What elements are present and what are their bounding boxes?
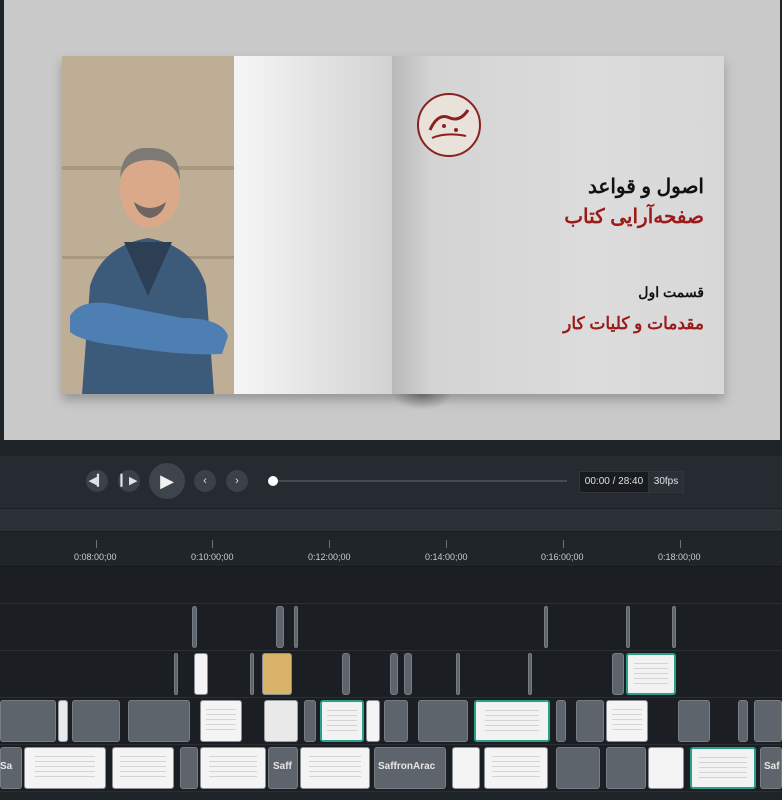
timeline-clip[interactable] <box>738 700 748 742</box>
timeline-clip[interactable] <box>452 747 480 789</box>
ruler-tick <box>212 540 213 548</box>
ruler-tick-label: 0:10:00;00 <box>191 552 234 562</box>
timeline-clip[interactable] <box>200 747 266 789</box>
author-photo <box>62 56 234 394</box>
timeline-clip[interactable] <box>456 653 460 695</box>
fps-readout: 30fps <box>648 471 684 493</box>
ruler-tick <box>329 540 330 548</box>
timeline-clip[interactable] <box>58 700 68 742</box>
ruler-tick <box>446 540 447 548</box>
clip-label: Sa <box>0 761 13 772</box>
book-right-page: اصول و قواعد صفحه‌آرایی کتاب قسمت اول مق… <box>392 56 724 394</box>
chevron-left-icon[interactable]: ‹ <box>194 470 216 492</box>
timeline-clip[interactable] <box>626 653 676 695</box>
timeline-clip[interactable] <box>294 606 298 648</box>
book-cover-preview: اصول و قواعد صفحه‌آرایی کتاب قسمت اول مق… <box>62 56 724 410</box>
timeline-clip[interactable] <box>754 700 782 742</box>
ruler-tick <box>563 540 564 548</box>
timeline-clip[interactable] <box>342 653 350 695</box>
calligraphy-seal-icon <box>417 93 481 157</box>
timeline-clip[interactable] <box>576 700 604 742</box>
author-figure-icon <box>62 56 234 394</box>
chevron-right-icon[interactable]: › <box>226 470 248 492</box>
timeline-clip[interactable] <box>320 700 364 742</box>
clip-label: Saff <box>273 761 292 772</box>
book-left-page <box>62 56 392 394</box>
timeline-clip[interactable] <box>384 700 408 742</box>
timeline-clip[interactable] <box>300 747 370 789</box>
timeline-clip[interactable] <box>112 747 174 789</box>
timeline-clip[interactable] <box>418 700 468 742</box>
timeline-clip[interactable] <box>672 606 676 648</box>
timeline-clip[interactable] <box>690 747 756 789</box>
timeline-clip[interactable] <box>612 653 624 695</box>
timeline-clip[interactable] <box>128 700 190 742</box>
timeline-track-4[interactable] <box>0 698 782 745</box>
timeline-toolbar <box>0 508 782 532</box>
timeline-clip[interactable] <box>0 700 56 742</box>
ruler-tick-label: 0:12:00;00 <box>308 552 351 562</box>
timeline-clip[interactable] <box>484 747 548 789</box>
timeline-clip[interactable] <box>24 747 106 789</box>
ruler-tick-label: 0:14:00;00 <box>425 552 468 562</box>
ruler-tick-label: 0:08:00;00 <box>74 552 117 562</box>
play-icon: ▶ <box>160 471 174 491</box>
timeline-clip[interactable] <box>264 700 298 742</box>
timeline-clip[interactable] <box>174 653 178 695</box>
ruler-tick-label: 0:18:00;00 <box>658 552 701 562</box>
timeline-clip[interactable] <box>648 747 684 789</box>
clip-label: SaffronArac <box>378 761 436 772</box>
timeline-clip[interactable] <box>556 700 566 742</box>
video-preview[interactable]: اصول و قواعد صفحه‌آرایی کتاب قسمت اول مق… <box>4 0 780 440</box>
timeline-clip[interactable] <box>192 606 197 648</box>
page-fold-shadow <box>392 394 452 410</box>
timeline-clip[interactable] <box>606 747 646 789</box>
timeline-track-5[interactable]: Sa Saff SaffronArac Saf <box>0 745 782 792</box>
timeline-clip[interactable] <box>390 653 398 695</box>
timeline-clip[interactable] <box>72 700 120 742</box>
step-forward-icon[interactable]: ▎▶ <box>118 470 140 492</box>
timeline-clip[interactable] <box>678 700 710 742</box>
step-back-icon[interactable]: ◀▎ <box>86 470 108 492</box>
cover-subtitle-line1: قسمت اول <box>638 284 704 300</box>
scrubber-track[interactable] <box>272 480 567 482</box>
timeline-clip[interactable] <box>528 653 532 695</box>
timeline-clip[interactable] <box>474 700 550 742</box>
timeline-clip[interactable] <box>366 700 380 742</box>
timeline-clip[interactable] <box>556 747 600 789</box>
timeline-track-3[interactable] <box>0 651 782 698</box>
play-button[interactable]: ▶ <box>149 463 185 499</box>
timeline-clip[interactable] <box>262 653 292 695</box>
preview-canvas: اصول و قواعد صفحه‌آرایی کتاب قسمت اول مق… <box>0 0 782 449</box>
ruler-tick <box>680 540 681 548</box>
ruler-tick-label: 0:16:00;00 <box>541 552 584 562</box>
cover-subtitle-line2: مقدمات و کلیات کار <box>563 314 704 333</box>
timeline-clip[interactable] <box>276 606 284 648</box>
timeline-clip[interactable] <box>626 606 630 648</box>
timeline-clip[interactable] <box>304 700 316 742</box>
cover-title-line2: صفحه‌آرایی کتاب <box>564 206 704 228</box>
cover-title-line1: اصول و قواعد <box>587 176 704 198</box>
timeline-clip[interactable] <box>606 700 648 742</box>
timeline-clip[interactable] <box>404 653 412 695</box>
timeline-track-2[interactable] <box>0 604 782 651</box>
timeline-clip[interactable] <box>200 700 242 742</box>
scrubber-handle[interactable] <box>268 476 278 486</box>
clip-label: Saf <box>764 761 780 772</box>
timeline-clip[interactable] <box>180 747 198 789</box>
playback-controls: ◀▎ ▎▶ ▶ ‹ › 00:00 / 28:40 30fps <box>0 456 782 508</box>
timeline-clip[interactable] <box>194 653 208 695</box>
timeline-clip[interactable] <box>544 606 548 648</box>
timeline-track-1[interactable] <box>0 567 782 604</box>
ruler-tick <box>96 540 97 548</box>
timeline-clip[interactable] <box>250 653 254 695</box>
timeline-ruler[interactable]: 0:08:00;00 0:10:00;00 0:12:00;00 0:14:00… <box>0 540 782 567</box>
time-readout: 00:00 / 28:40 <box>579 471 649 493</box>
